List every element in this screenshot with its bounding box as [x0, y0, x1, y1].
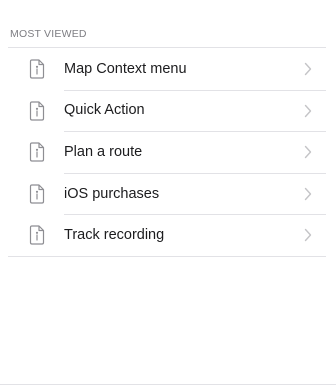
list-item-label: Plan a route [64, 143, 143, 160]
document-info-icon [29, 100, 45, 121]
chevron-right-icon [304, 104, 312, 118]
document-info-icon [29, 142, 45, 162]
section-header: MOST VIEWED [10, 28, 87, 40]
list-item-label: iOS purchases [64, 185, 160, 202]
list-item[interactable]: Quick Action [8, 89, 326, 132]
list-item[interactable]: iOS purchases [8, 172, 326, 215]
document-info-icon [29, 225, 45, 245]
list-item[interactable]: Map Context menu [8, 48, 326, 90]
list-item-label: Map Context menu [64, 60, 187, 77]
chevron-right-icon [304, 228, 312, 242]
document-info-icon [29, 184, 45, 204]
chevron-right-icon [304, 62, 312, 76]
list-item[interactable]: Track recording [8, 214, 326, 256]
list-item-label: Quick Action [64, 102, 145, 119]
chevron-right-icon [304, 145, 312, 159]
bottom-divider [0, 384, 336, 385]
most-viewed-list: Map Context menu Quick Action Plan a rou… [8, 47, 326, 257]
list-item-label: Track recording [64, 227, 165, 244]
document-info-icon [29, 59, 45, 79]
most-viewed-screen: MOST VIEWED Map Context menu Quick Actio… [0, 0, 336, 386]
list-item[interactable]: Plan a route [8, 131, 326, 173]
chevron-right-icon [304, 187, 312, 201]
